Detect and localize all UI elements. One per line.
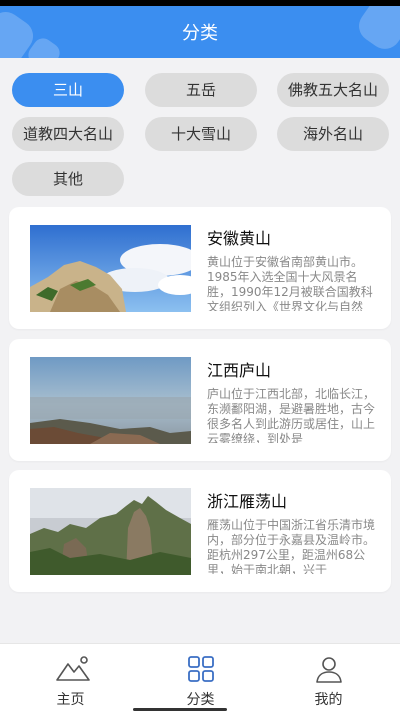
category-chip-wuyue[interactable]: 五岳 — [145, 73, 257, 107]
mountain-card-lushan[interactable]: 江西庐山 庐山位于江西北部，北临长江，东濒鄱阳湖，是避暑胜地，古今很多名人到此游… — [9, 339, 391, 461]
mountain-description: 黄山位于安徽省南部黄山市。1985年入选全国十大风景名胜，1990年12月被联合… — [207, 255, 373, 311]
grid-icon — [186, 654, 216, 684]
tab-label: 我的 — [314, 692, 343, 708]
mountain-card-yandangshan[interactable]: 浙江雁荡山 雁荡山位于中国浙江省乐清市境内，部分位于永嘉县及温岭市。距杭州297… — [9, 470, 391, 592]
bottom-tab-bar: 主页 分类 我的 — [0, 643, 400, 711]
mountain-name: 浙江雁荡山 — [207, 492, 288, 511]
category-chip-snow[interactable]: 十大雪山 — [145, 117, 257, 151]
tab-category[interactable]: 分类 — [134, 644, 267, 711]
tab-label: 分类 — [186, 692, 215, 708]
header-bar: 分类 — [0, 6, 400, 58]
mountain-photo — [30, 488, 191, 575]
tab-label: 主页 — [56, 692, 85, 708]
tab-home[interactable]: 主页 — [4, 644, 137, 711]
page-title: 分类 — [182, 23, 218, 44]
category-chip-other[interactable]: 其他 — [12, 162, 124, 196]
user-icon — [314, 654, 344, 684]
category-chip-overseas[interactable]: 海外名山 — [277, 117, 389, 151]
tab-profile[interactable]: 我的 — [262, 644, 395, 711]
mountain-card-huangshan[interactable]: 安徽黄山 黄山位于安徽省南部黄山市。1985年入选全国十大风景名胜，1990年1… — [9, 207, 391, 329]
mountain-description: 庐山位于江西北部，北临长江，东濒鄱阳湖，是避暑胜地，古今很多名人到此游历或居住，… — [207, 387, 376, 443]
category-chip-taoist[interactable]: 道教四大名山 — [12, 117, 124, 151]
mountain-photo — [30, 225, 191, 312]
category-chip-buddhist[interactable]: 佛教五大名山 — [277, 73, 389, 107]
category-chip-sanshan[interactable]: 三山 — [12, 73, 124, 107]
mountain-icon — [56, 654, 90, 684]
mountain-description: 雁荡山位于中国浙江省乐清市境内，部分位于永嘉县及温岭市。距杭州297公里，距温州… — [207, 518, 376, 574]
mountain-name: 江西庐山 — [207, 361, 272, 380]
mountain-photo — [30, 357, 191, 444]
mountain-name: 安徽黄山 — [207, 229, 272, 248]
